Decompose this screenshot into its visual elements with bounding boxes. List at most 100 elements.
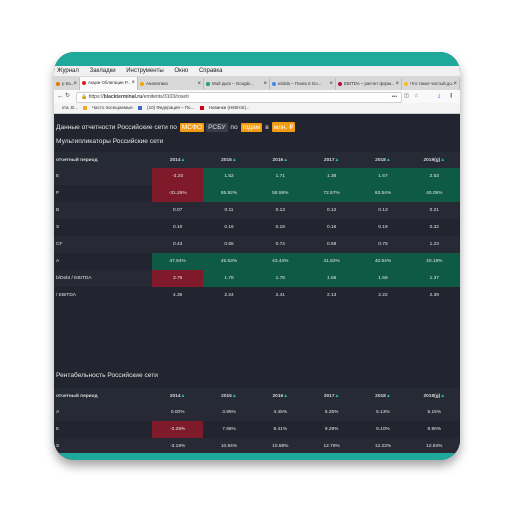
standard-ifrs-button[interactable]: МСФО <box>179 123 205 132</box>
menu-tools[interactable]: Инструменты <box>126 68 163 74</box>
bookmark-item[interactable]: (10) Федерация – По... <box>138 105 194 110</box>
url-host: blackterminal.ru <box>103 94 143 100</box>
bookmarks-bar: кта. В... Часто посещаемые (10) Федераци… <box>54 103 460 114</box>
tab-close-icon[interactable]: × <box>197 78 201 90</box>
value-cell: 47.64% <box>152 253 204 270</box>
value-cell: 0.16 <box>203 219 255 236</box>
browser-tab-active[interactable]: Акции Облигации Р... × <box>80 77 138 90</box>
year-header[interactable]: 2016▲ <box>254 152 306 168</box>
year-header[interactable]: 2016▲ <box>254 388 306 404</box>
period-years-button[interactable]: годам <box>240 123 263 132</box>
menu-help[interactable]: Справка <box>199 68 223 74</box>
browser-tab[interactable]: р Ка... × <box>54 78 80 90</box>
year-header[interactable]: 2019(g)▲ <box>408 152 460 168</box>
value-cell: 0.32 <box>408 219 460 236</box>
year-label: 2018 <box>375 158 386 163</box>
year-header[interactable]: 2018▲ <box>357 152 409 168</box>
bookmark-item[interactable]: Часто посещаемые <box>83 105 133 110</box>
tab-favicon-icon <box>56 81 60 86</box>
value-cell: 72.57% <box>305 185 358 202</box>
year-header[interactable]: 2017▲ <box>305 388 358 404</box>
browser-tab[interactable]: ebitda – Поиск в Go... × <box>270 78 336 90</box>
bookmark-favicon-icon <box>138 105 143 110</box>
year-header[interactable]: 2015▲ <box>203 152 255 168</box>
standard-ras-button[interactable]: РСБУ <box>206 123 228 132</box>
back-icon[interactable]: ← <box>57 90 64 103</box>
value-cell: 0.11 <box>203 202 255 219</box>
row-label: P <box>54 185 152 202</box>
table-row: E -3.20 1.52 1.71 1.38 1.67 2.53 <box>54 168 460 185</box>
row-label: E <box>54 421 152 438</box>
sort-arrow-icon[interactable]: ▲ <box>335 393 340 399</box>
row-label: E <box>54 168 152 185</box>
value-cell: 5.15% <box>408 404 460 421</box>
row-label: / EBITDA <box>54 287 152 304</box>
bookmark-item[interactable]: кта. В... <box>58 105 78 110</box>
tab-favicon-icon <box>338 81 342 86</box>
tab-favicon-icon <box>404 81 408 86</box>
sort-arrow-icon[interactable]: ▲ <box>283 393 288 399</box>
menu-bookmarks[interactable]: Закладки <box>90 68 116 74</box>
browser-tab[interactable]: EBITDA – расчет форм... × <box>336 78 402 90</box>
reload-icon[interactable]: ↻ <box>65 90 70 103</box>
star-icon[interactable]: ☆ <box>414 90 418 103</box>
tab-close-icon[interactable]: × <box>263 78 267 90</box>
year-header[interactable]: 2017▲ <box>305 152 358 168</box>
table-row: E -2.28% 7.86% 8.41% 9.29% 9.10% 8.90% <box>54 421 460 438</box>
page-actions-menu-icon[interactable]: ••• <box>392 93 397 102</box>
google-drive-icon <box>206 81 210 86</box>
url-input[interactable]: 🔒 https://blackterminal.ru/emitents/3103… <box>76 92 402 103</box>
year-header[interactable]: 2019(g)▲ <box>408 388 460 404</box>
row-label: CF <box>54 236 152 253</box>
tab-favicon-icon <box>82 80 86 85</box>
header-row: отчетный период 2014▲ 2015▲ 2016▲ 2017▲ 2018▲… <box>54 152 460 168</box>
value-cell: 4.45% <box>254 404 306 421</box>
year-header[interactable]: 2015▲ <box>203 388 255 404</box>
tab-close-icon[interactable]: × <box>395 78 399 90</box>
page-content: Данные отчетности Российские сети по МСФ… <box>54 114 460 455</box>
sort-arrow-icon[interactable]: ▲ <box>440 393 445 399</box>
bookmark-item[interactable]: Новинки (Н60Н3r)... <box>199 105 250 110</box>
sort-arrow-icon[interactable]: ▲ <box>440 157 445 163</box>
tab-close-icon[interactable]: × <box>131 77 135 89</box>
sort-arrow-icon[interactable]: ▲ <box>181 393 186 399</box>
tab-label: Мой диск – Google... <box>212 81 254 86</box>
library-icon[interactable]: ⫼ <box>450 90 452 103</box>
value-cell: 9.10% <box>357 421 409 438</box>
value-cell: -2.28% <box>152 421 204 438</box>
sort-arrow-icon[interactable]: ▲ <box>386 157 391 163</box>
menu-bar: Журнал Закладки Инструменты Окно Справка <box>54 66 460 76</box>
value-cell: 1.78 <box>203 270 255 287</box>
value-cell: 0.68 <box>305 236 358 253</box>
tab-close-icon[interactable]: × <box>73 78 77 90</box>
year-header[interactable]: 2014▲ <box>152 152 204 168</box>
browser-tab[interactable]: Мой диск – Google... × <box>204 78 270 90</box>
tab-label: Что такое чистый до... <box>410 81 456 86</box>
value-cell: 0.19 <box>357 219 409 236</box>
value-cell: 63.54% <box>357 185 409 202</box>
sort-arrow-icon[interactable]: ▲ <box>181 157 186 163</box>
value-cell: -31.26% <box>152 185 204 202</box>
pocket-icon[interactable]: ◫ <box>404 90 409 103</box>
year-header[interactable]: 2014▲ <box>152 388 204 404</box>
tab-close-icon[interactable]: × <box>329 78 333 90</box>
browser-tab[interactable]: Что такое чистый до... × <box>402 78 460 90</box>
tab-close-icon[interactable]: × <box>453 78 457 90</box>
row-label: B <box>54 202 152 219</box>
value-cell: 3.76 <box>152 270 204 287</box>
sort-arrow-icon[interactable]: ▲ <box>386 393 391 399</box>
browser-tab-bar: р Ка... × Акции Облигации Р... × Аналитика… <box>54 76 460 90</box>
menu-history[interactable]: Журнал <box>57 68 79 74</box>
sort-arrow-icon[interactable]: ▲ <box>283 157 288 163</box>
year-header[interactable]: 2018▲ <box>357 388 409 404</box>
download-icon[interactable]: ⤓ <box>438 90 440 103</box>
browser-tab[interactable]: Аналитика × <box>138 78 204 90</box>
sort-arrow-icon[interactable]: ▲ <box>232 157 237 163</box>
unit-button[interactable]: млн. ₽ <box>271 122 296 132</box>
sort-arrow-icon[interactable]: ▲ <box>335 157 340 163</box>
menu-window[interactable]: Окно <box>174 68 188 74</box>
sort-arrow-icon[interactable]: ▲ <box>232 393 237 399</box>
tab-label: ebitda – Поиск в Go... <box>278 81 322 86</box>
value-cell: 2.13 <box>305 287 358 304</box>
tab-favicon-icon <box>140 81 144 86</box>
